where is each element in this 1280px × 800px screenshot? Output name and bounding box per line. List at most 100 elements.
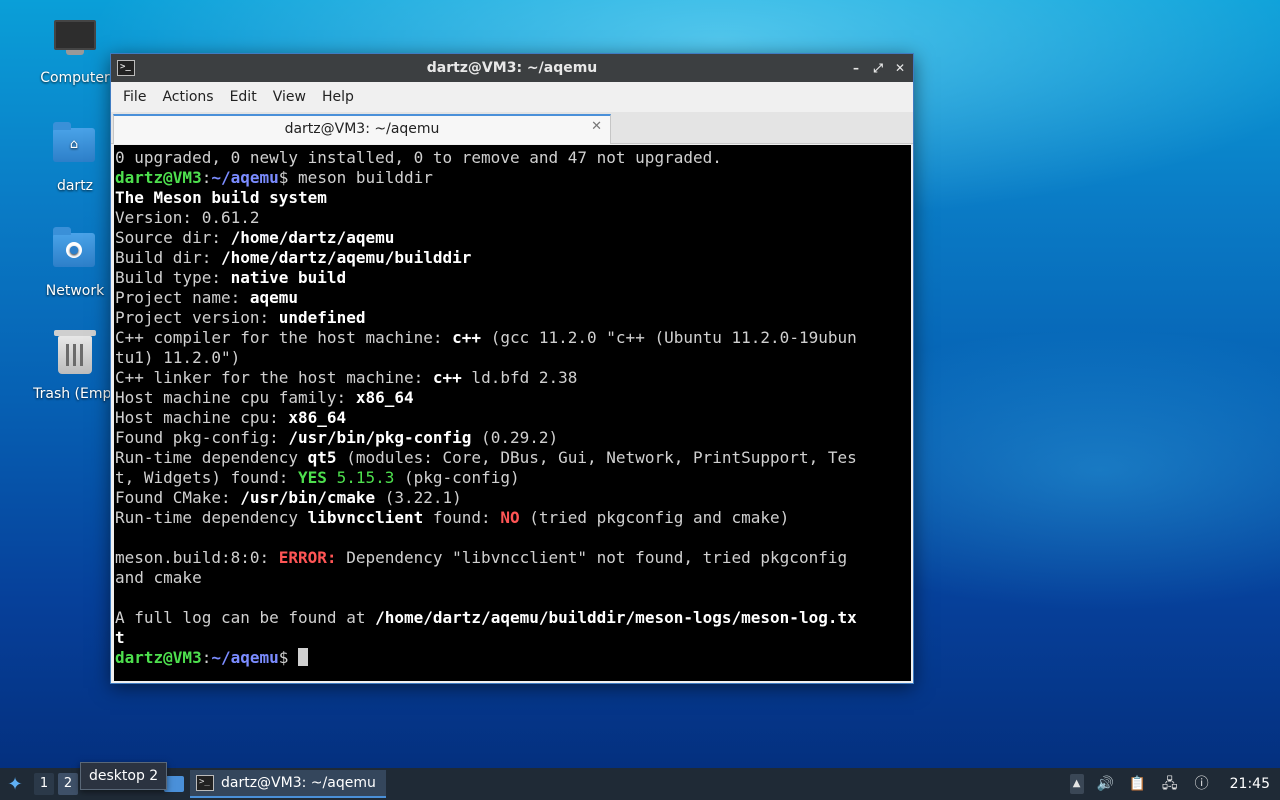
terminal-window: >_ dartz@VM3: ~/aqemu – ⤢ ✕ File Actions…	[110, 53, 914, 684]
line-rest: (pkg-config)	[394, 468, 520, 487]
tab-terminal[interactable]: dartz@VM3: ~/aqemu ✕	[113, 114, 611, 144]
line-key: t, Widgets) found:	[115, 468, 299, 487]
terminal-line: Source dir: /home/dartz/aqemu	[115, 228, 910, 248]
desktop-icon-network[interactable]: ● Network	[27, 227, 123, 299]
window-title: dartz@VM3: ~/aqemu	[426, 60, 598, 76]
arrow-up-icon[interactable]: ▲	[1069, 774, 1084, 794]
prompt-user: dartz@VM3	[115, 648, 202, 667]
desktop-icon-label: dartz	[56, 178, 94, 194]
line-key: Host machine cpu family:	[115, 388, 356, 407]
menu-actions[interactable]: Actions	[154, 89, 221, 105]
line-rest: (modules: Core, DBus, Gui, Network, Prin…	[336, 448, 857, 467]
line-value: aqemu	[249, 288, 299, 307]
menu-edit[interactable]: Edit	[222, 89, 265, 105]
terminal-line: Run-time dependency qt5 (modules: Core, …	[115, 448, 910, 468]
line-value: native build	[230, 268, 347, 287]
line-key: Run-time dependency	[115, 508, 308, 527]
line-mid: found:	[423, 508, 501, 527]
terminal-line: t	[115, 628, 125, 647]
line-value: libvncclient	[307, 508, 424, 527]
terminal-line: Project name: aqemu	[115, 288, 910, 308]
terminal-line: The Meson build system	[115, 188, 327, 207]
close-button[interactable]: ✕	[893, 54, 907, 82]
minimize-button[interactable]: –	[849, 54, 863, 82]
prompt-dollar: $	[278, 168, 299, 187]
volume-icon[interactable]: 🔊	[1096, 774, 1116, 794]
start-menu-icon: ✦	[7, 773, 23, 795]
line-rest: (0.29.2)	[471, 428, 559, 447]
desktop-icon-label: Computer	[40, 70, 110, 86]
terminal-prompt-line: dartz@VM3:~/aqemu$ meson builddir	[115, 168, 910, 188]
line-key: Host machine cpu:	[115, 408, 289, 427]
terminal-line: meson.build:8:0: ERROR: Dependency "libv…	[115, 548, 910, 568]
terminal-line: Found pkg-config: /usr/bin/pkg-config (0…	[115, 428, 910, 448]
network-icon[interactable]: 🖧	[1160, 774, 1180, 794]
clock[interactable]: 21:45	[1230, 776, 1270, 792]
clipboard-icon[interactable]: 📋	[1128, 774, 1148, 794]
terminal-line: Found CMake: /usr/bin/cmake (3.22.1)	[115, 488, 910, 508]
line-value: /home/dartz/aqemu/builddir	[220, 248, 472, 267]
home-folder-icon: ⌂	[53, 122, 97, 172]
line-key: Project version:	[115, 308, 279, 327]
taskbar-window-label: dartz@VM3: ~/aqemu	[221, 775, 376, 791]
maximize-button[interactable]: ⤢	[871, 54, 885, 82]
terminal-line: Build dir: /home/dartz/aqemu/builddir	[115, 248, 910, 268]
line-key: Build type:	[115, 268, 231, 287]
terminal-app-icon: >_	[196, 775, 214, 791]
line-key: A full log can be found at	[115, 608, 376, 627]
line-key: meson.build:8:0:	[115, 548, 279, 567]
menu-help[interactable]: Help	[314, 89, 362, 105]
desktop-icon-home[interactable]: ⌂ dartz	[27, 122, 123, 194]
terminal-line: Host machine cpu family: x86_64	[115, 388, 910, 408]
error-label: ERROR:	[278, 548, 337, 567]
workspace-1-button[interactable]: 1	[34, 773, 54, 795]
workspace-2-button[interactable]: 2	[58, 773, 78, 795]
line-value: x86_64	[355, 388, 414, 407]
terminal-line: Run-time dependency libvncclient found: …	[115, 508, 910, 528]
text-cursor	[298, 648, 309, 666]
line-value: undefined	[278, 308, 366, 327]
command-text: meson builddir	[298, 168, 433, 187]
prompt-sep: :	[201, 168, 212, 187]
terminal-line: C++ linker for the host machine: c++ ld.…	[115, 368, 910, 388]
line-key: Run-time dependency	[115, 448, 308, 467]
prompt-user: dartz@VM3	[115, 168, 202, 187]
system-tray: ▲ 🔊 📋 🖧 ⓘ 21:45	[1069, 768, 1280, 800]
terminal-output[interactable]: 0 upgraded, 0 newly installed, 0 to remo…	[114, 145, 911, 681]
line-key: Found CMake:	[115, 488, 241, 507]
line-key: Build dir:	[115, 248, 221, 267]
desktop-icon-trash[interactable]: Trash (Empt	[27, 330, 123, 402]
line-key: C++ compiler for the host machine:	[115, 328, 453, 347]
desktop-icon-label: Trash (Empt	[33, 386, 117, 402]
update-notifier-icon[interactable]: ⓘ	[1192, 774, 1212, 794]
terminal-app-icon[interactable]: >_	[117, 60, 135, 76]
line-key: Project name:	[115, 288, 250, 307]
desktop-icon-label: Network	[45, 283, 105, 299]
status-no: NO	[500, 508, 520, 527]
workspace-tooltip: desktop 2	[80, 762, 168, 790]
trash-icon	[53, 330, 97, 380]
menubar: File Actions Edit View Help	[111, 82, 913, 112]
line-rest: ld.bfd 2.38	[461, 368, 578, 387]
line-value: c++	[452, 328, 482, 347]
menu-file[interactable]: File	[115, 89, 154, 105]
line-value: x86_64	[288, 408, 347, 427]
network-folder-icon: ●	[53, 227, 97, 277]
desktop-icon-computer[interactable]: Computer	[27, 18, 123, 86]
terminal-prompt-line: dartz@VM3:~/aqemu$	[115, 648, 910, 668]
start-menu-button[interactable]: ✦	[0, 768, 30, 800]
tab-close-icon[interactable]: ✕	[591, 119, 602, 134]
line-rest: Dependency "libvncclient" not found, tri…	[336, 548, 848, 567]
terminal-line: and cmake	[115, 568, 202, 587]
window-titlebar[interactable]: >_ dartz@VM3: ~/aqemu – ⤢ ✕	[111, 54, 913, 82]
line-value: /usr/bin/cmake	[240, 488, 376, 507]
taskbar-window-button[interactable]: >_ dartz@VM3: ~/aqemu	[190, 770, 386, 798]
line-value: /home/dartz/aqemu	[230, 228, 395, 247]
menu-view[interactable]: View	[265, 89, 314, 105]
terminal-line: t, Widgets) found: YES 5.15.3 (pkg-confi…	[115, 468, 910, 488]
terminal-line: A full log can be found at /home/dartz/a…	[115, 608, 910, 628]
terminal-line: Project version: undefined	[115, 308, 910, 328]
line-rest: (3.22.1)	[375, 488, 462, 507]
